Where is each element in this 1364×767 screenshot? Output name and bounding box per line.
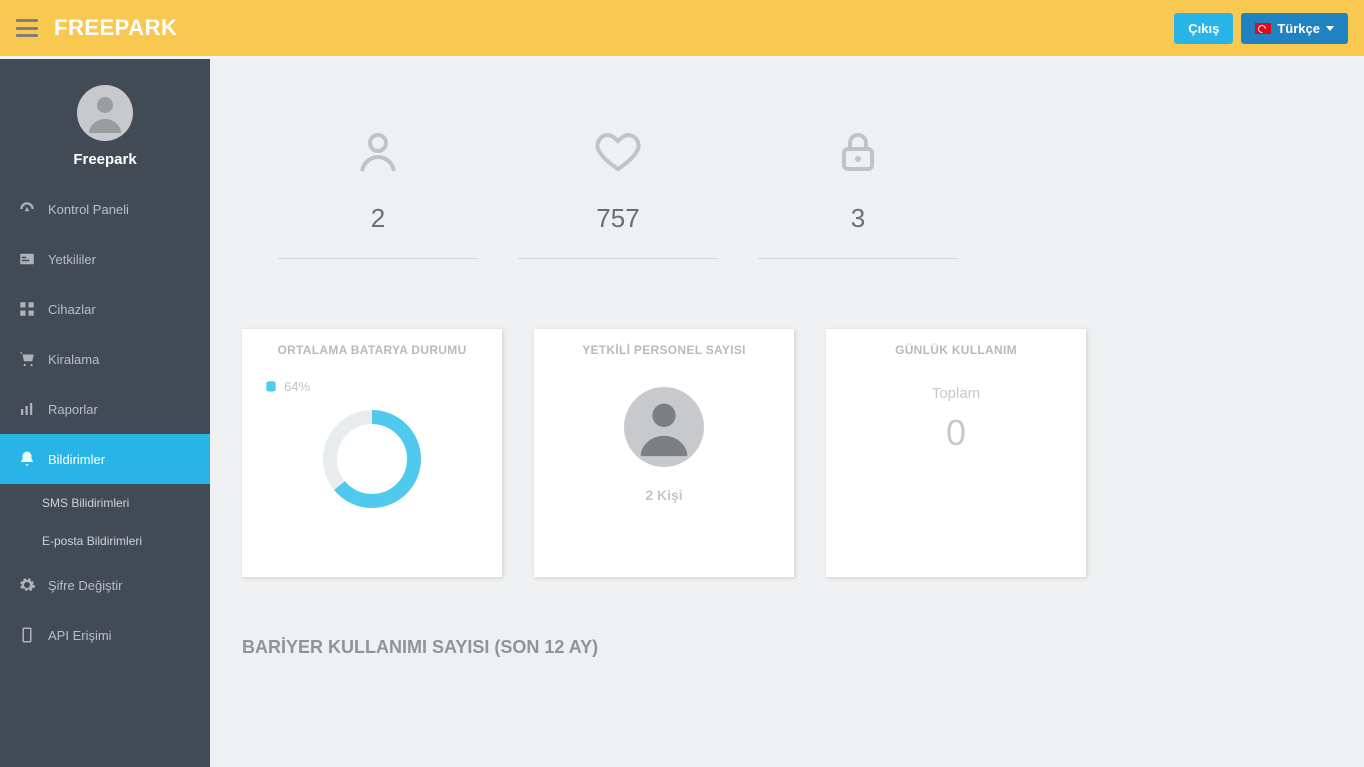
lock-icon [834,127,882,175]
usage-value: 0 [826,412,1086,454]
logout-button[interactable]: Çıkış [1174,13,1233,44]
sidebar-item-label: API Erişimi [48,628,112,643]
sidebar-item-label: Raporlar [48,402,98,417]
gear-icon [18,576,36,594]
language-button[interactable]: Türkçe [1241,13,1348,44]
card-battery: ORTALAMA BATARYA DURUMU 64% [242,329,502,577]
sidebar-item-label: Bildirimler [48,452,105,467]
cart-icon [18,350,36,368]
database-icon [264,380,278,394]
chart-icon [18,400,36,418]
user-icon [81,89,129,137]
personnel-avatar [624,387,704,467]
sidebar-item-label: Kontrol Paneli [48,202,129,217]
chevron-down-icon [1326,26,1334,31]
sidebar-item-officials[interactable]: Yetkililer [0,234,210,284]
stats-row: 2 757 3 [238,87,1336,289]
user-icon [629,392,699,462]
grid-icon [18,300,36,318]
user-outline-icon [354,127,402,175]
sidebar-subitem-email[interactable]: E-posta Bildirimleri [0,522,210,560]
avatar [77,85,133,141]
profile-name: Freepark [0,151,210,168]
sidebar-item-devices[interactable]: Cihazlar [0,284,210,334]
main-content: 2 757 3 ORTALAMA BATARYA DURUMU 64% [210,56,1364,767]
stat-users: 2 [278,127,478,259]
stat-likes: 757 [518,127,718,259]
header-left: FREEPARK [16,15,177,41]
sidebar-item-label: Yetkililer [48,252,96,267]
header-right: Çıkış Türkçe [1174,13,1348,44]
battery-percent-row: 64% [264,379,502,394]
stat-value: 3 [758,203,958,234]
sidebar-item-label: Şifre Değiştir [48,578,122,593]
sidebar-item-reports[interactable]: Raporlar [0,384,210,434]
battery-percent-label: 64% [284,379,310,394]
heart-icon [594,127,642,175]
device-icon [18,626,36,644]
sidebar-item-password[interactable]: Şifre Değiştir [0,560,210,610]
card-title: YETKİLİ PERSONEL SAYISI [534,343,794,357]
top-header: FREEPARK Çıkış Türkçe [0,0,1364,56]
card-title: GÜNLÜK KULLANIM [826,343,1086,357]
menu-toggle-icon[interactable] [16,19,38,37]
sidebar: Freepark Kontrol Paneli Yetkililer Cihaz… [0,56,210,767]
stat-value: 2 [278,203,478,234]
id-card-icon [18,250,36,268]
sidebar-item-rental[interactable]: Kiralama [0,334,210,384]
personnel-count-label: 2 Kişi [534,487,794,503]
card-personnel: YETKİLİ PERSONEL SAYISI 2 Kişi [534,329,794,577]
sidebar-item-dashboard[interactable]: Kontrol Paneli [0,184,210,234]
bell-icon [18,450,36,468]
language-label: Türkçe [1277,21,1320,36]
card-title: ORTALAMA BATARYA DURUMU [242,343,502,357]
usage-sublabel: Toplam [826,385,1086,402]
battery-donut-chart [317,404,427,514]
section-barrier-title: BARİYER KULLANIMI SAYISI (SON 12 AY) [242,637,1336,658]
sidebar-item-api[interactable]: API Erişimi [0,610,210,660]
app-logo: FREEPARK [54,15,177,41]
stat-value: 757 [518,203,718,234]
stat-locks: 3 [758,127,958,259]
sidebar-item-label: Kiralama [48,352,99,367]
profile-block: Freepark [0,75,210,184]
sidebar-item-label: Cihazlar [48,302,96,317]
sidebar-subitem-sms[interactable]: SMS Bilidirimleri [0,484,210,522]
sidebar-item-notifications[interactable]: Bildirimler [0,434,210,484]
gauge-icon [18,200,36,218]
cards-row: ORTALAMA BATARYA DURUMU 64% YETKİLİ PERS… [238,329,1336,577]
card-usage: GÜNLÜK KULLANIM Toplam 0 [826,329,1086,577]
flag-icon [1255,23,1271,34]
